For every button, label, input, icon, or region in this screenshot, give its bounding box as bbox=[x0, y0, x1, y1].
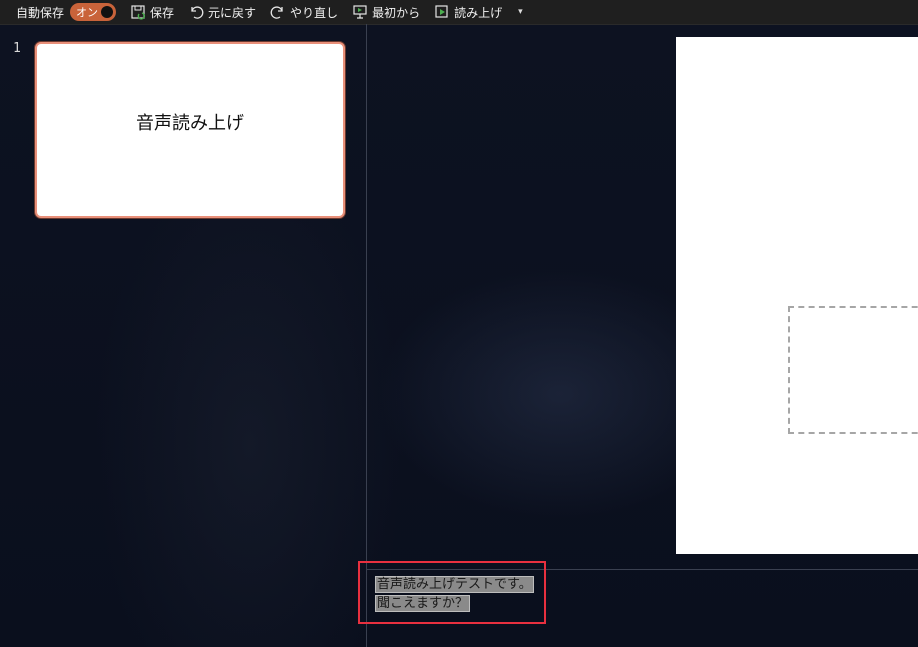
quick-access-toolbar: 自動保存 オン 保存 元に戻す やり直し 最初から 読み上げ ▾ bbox=[0, 0, 918, 25]
autosave-toggle-text: オン bbox=[76, 6, 99, 19]
save-label: 保存 bbox=[150, 5, 175, 20]
autosave-toggle[interactable]: オン bbox=[70, 3, 117, 21]
slide-canvas[interactable] bbox=[676, 37, 918, 554]
redo-button[interactable]: やり直し bbox=[270, 0, 338, 24]
read-aloud-label: 読み上げ bbox=[454, 5, 503, 20]
slide-number: 1 bbox=[13, 41, 21, 56]
toggle-knob bbox=[101, 6, 114, 18]
thumbnail-title: 音声読み上げ bbox=[136, 113, 244, 134]
slide-thumbnail[interactable]: 音声読み上げ bbox=[35, 42, 345, 218]
slideshow-start-icon bbox=[352, 4, 368, 20]
save-icon bbox=[130, 4, 146, 20]
notes-line-1[interactable]: 音声読み上げテストです。 bbox=[376, 577, 533, 592]
undo-icon bbox=[188, 4, 204, 20]
undo-button[interactable]: 元に戻す bbox=[188, 0, 256, 24]
save-button[interactable]: 保存 bbox=[130, 0, 174, 24]
customize-toolbar-icon[interactable]: ▾ bbox=[518, 0, 523, 24]
from-beginning-button[interactable]: 最初から bbox=[352, 0, 420, 24]
redo-label: やり直し bbox=[290, 5, 339, 20]
autosave-label: 自動保存 bbox=[16, 5, 65, 20]
undo-label: 元に戻す bbox=[208, 5, 257, 20]
content-placeholder[interactable] bbox=[788, 306, 918, 434]
read-aloud-icon bbox=[434, 4, 450, 20]
redo-icon bbox=[270, 4, 286, 20]
notes-highlight-box bbox=[358, 561, 546, 624]
panel-divider[interactable] bbox=[366, 24, 367, 647]
from-beginning-label: 最初から bbox=[372, 5, 421, 20]
read-aloud-button[interactable]: 読み上げ bbox=[434, 0, 502, 24]
notes-line-2[interactable]: 聞こえますか？ bbox=[376, 596, 470, 611]
